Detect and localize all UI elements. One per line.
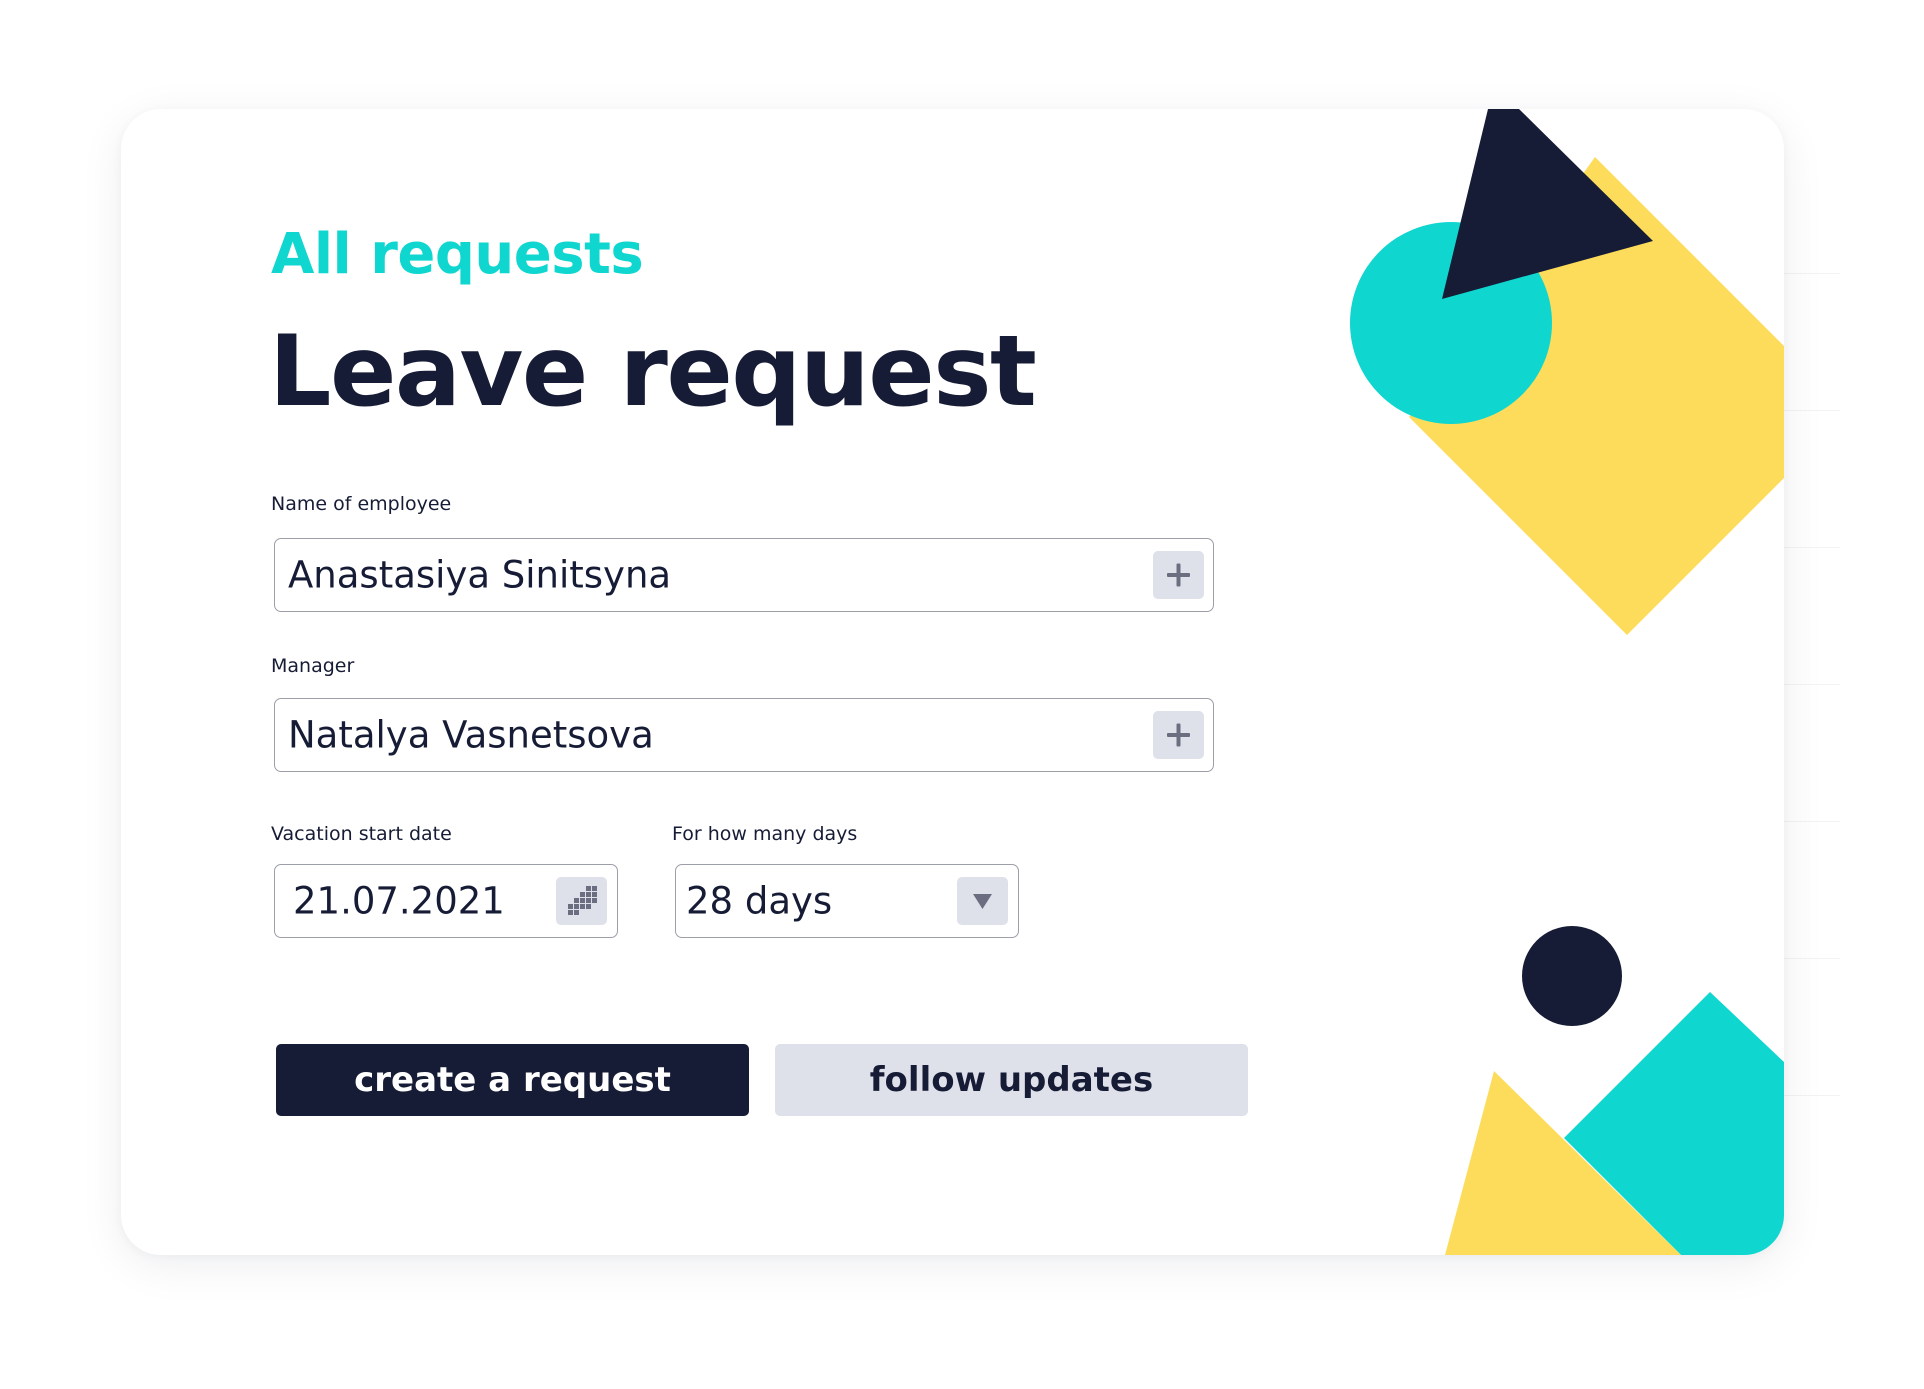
background-line [1780, 273, 1840, 274]
background-line [1780, 547, 1840, 548]
start-date-field[interactable]: 21.07.2021 [274, 864, 618, 938]
duration-select[interactable]: 28 days [675, 864, 1019, 938]
follow-updates-button[interactable]: follow updates [775, 1044, 1248, 1116]
start-date-label: Vacation start date [271, 823, 452, 845]
navy-triangle-shape [1442, 109, 1653, 299]
employee-name-label: Name of employee [271, 493, 452, 515]
triangle-down-icon [973, 894, 992, 909]
plus-icon [1167, 723, 1190, 747]
background-line [1780, 821, 1840, 822]
yellow-diamond-shape [1409, 157, 1784, 635]
page-title: Leave request [269, 315, 1037, 429]
calendar-icon [568, 886, 597, 915]
manager-field[interactable]: Natalya Vasnetsova [274, 698, 1214, 772]
all-requests-link[interactable]: All requests [271, 222, 644, 287]
leave-request-card: All requests Leave request Name of emplo… [121, 109, 1784, 1255]
teal-diamond-shape [1564, 992, 1784, 1255]
teal-circle-shape [1350, 222, 1552, 424]
add-employee-button[interactable] [1153, 551, 1204, 599]
duration-dropdown-button[interactable] [957, 877, 1008, 925]
background-line [1780, 958, 1840, 959]
duration-value: 28 days [686, 879, 833, 923]
employee-name-value: Anastasiya Sinitsyna [288, 553, 672, 597]
add-manager-button[interactable] [1153, 711, 1204, 759]
background-line [1780, 684, 1840, 685]
yellow-triangle-shape [1445, 1071, 1681, 1255]
create-request-button[interactable]: create a request [276, 1044, 749, 1116]
duration-label: For how many days [672, 823, 858, 845]
plus-icon [1167, 563, 1190, 587]
page: All requests Leave request Name of emplo… [0, 0, 1924, 1389]
employee-name-field[interactable]: Anastasiya Sinitsyna [274, 538, 1214, 612]
manager-value: Natalya Vasnetsova [288, 713, 654, 757]
open-calendar-button[interactable] [556, 877, 607, 925]
background-line [1780, 1095, 1840, 1096]
start-date-value: 21.07.2021 [293, 879, 505, 923]
manager-label: Manager [271, 655, 355, 677]
background-line [1780, 410, 1840, 411]
navy-dot-shape [1522, 926, 1622, 1026]
